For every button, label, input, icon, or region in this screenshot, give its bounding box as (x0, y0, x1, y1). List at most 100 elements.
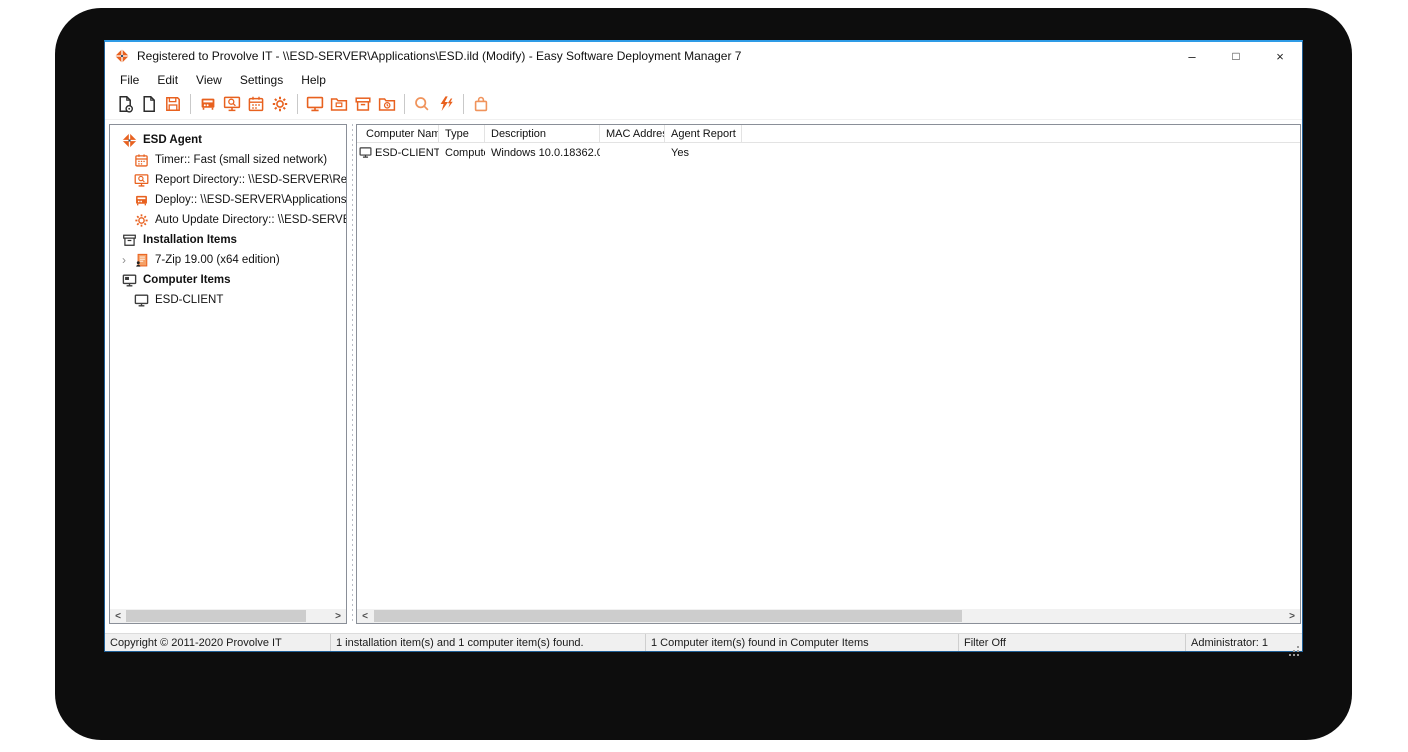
tree-label: ESD Agent (143, 134, 202, 146)
scroll-right-arrow-icon[interactable]: > (330, 609, 346, 623)
maximize-button[interactable]: □ (1214, 42, 1258, 70)
deploy-server-icon (133, 192, 150, 209)
tree-item-auto-update-directory[interactable]: Auto Update Directory:: \\ESD-SERVER\App (110, 210, 346, 230)
column-header-agent-report[interactable]: Agent Report (665, 125, 742, 142)
cell-type: Computer (445, 146, 485, 159)
window-controls: – □ × (1170, 42, 1302, 70)
menu-help[interactable]: Help (292, 72, 335, 88)
status-computer-items-found: 1 Computer item(s) found in Computer Ite… (646, 634, 959, 651)
report-directory-button[interactable] (220, 92, 244, 116)
deploy-button[interactable] (196, 92, 220, 116)
auto-update-gear-icon (133, 212, 150, 229)
save-icon (163, 94, 183, 114)
column-header-type[interactable]: Type (439, 125, 485, 142)
archive-box-icon (353, 94, 373, 114)
window-title: Registered to Provolve IT - \\ESD-SERVER… (137, 49, 742, 63)
search-button[interactable] (410, 92, 434, 116)
menu-file[interactable]: File (111, 72, 148, 88)
column-header-mac-address[interactable]: MAC Address (600, 125, 665, 142)
close-button[interactable]: × (1258, 42, 1302, 70)
new-file-button[interactable] (137, 92, 161, 116)
toolbar-separator (297, 94, 298, 114)
computer-icon (305, 94, 325, 114)
minimize-button[interactable]: – (1170, 42, 1214, 70)
timer-button[interactable] (244, 92, 268, 116)
tree-item-esd-agent[interactable]: ESD Agent (110, 130, 346, 150)
open-file-button[interactable] (113, 92, 137, 116)
tree-label: Computer Items (143, 274, 231, 286)
toolbar-separator (404, 94, 405, 114)
computer-group-button[interactable] (327, 92, 351, 116)
menu-bar: File Edit View Settings Help (105, 70, 1302, 89)
add-computer-button[interactable] (303, 92, 327, 116)
status-filter: Filter Off (959, 634, 1186, 651)
table-row[interactable]: ESD-CLIENT Computer Windows 10.0.18362.0… (357, 143, 1300, 162)
refresh-button[interactable] (434, 92, 458, 116)
save-button[interactable] (161, 92, 185, 116)
archive-box-icon (121, 232, 138, 249)
scrollbar-thumb[interactable] (374, 610, 962, 622)
list-horizontal-scrollbar[interactable]: < > (357, 609, 1300, 623)
list-panel: Computer Name Type Description MAC Addre… (356, 124, 1301, 624)
new-file-icon (139, 94, 159, 114)
tree-item-timer[interactable]: Timer:: Fast (small sized network) (110, 150, 346, 170)
column-header-description[interactable]: Description (485, 125, 600, 142)
tree-item-installation-items[interactable]: Installation Items (110, 230, 346, 250)
tree: ESD Agent Timer:: Fast (small sized netw… (110, 125, 346, 310)
deploy-bag-button[interactable] (469, 92, 493, 116)
search-icon (412, 94, 432, 114)
tree-panel: ESD Agent Timer:: Fast (small sized netw… (109, 124, 347, 624)
menu-edit[interactable]: Edit (148, 72, 187, 88)
open-file-icon (115, 94, 135, 114)
toolbar-separator (463, 94, 464, 114)
toolbar-separator (190, 94, 191, 114)
report-monitor-icon (222, 94, 242, 114)
tree-item-esd-client[interactable]: ESD-CLIENT (110, 290, 346, 310)
computer-name-value: ESD-CLIENT (375, 146, 439, 159)
tree-item-7zip[interactable]: › 7-Zip 19.00 (x64 edition) (110, 250, 346, 270)
add-installation-item-button[interactable] (351, 92, 375, 116)
tree-item-deploy[interactable]: Deploy:: \\ESD-SERVER\Applications\ESD.i (110, 190, 346, 210)
timer-calendar-icon (133, 152, 150, 169)
tree-item-report-directory[interactable]: Report Directory:: \\ESD-SERVER\Reports (110, 170, 346, 190)
app-window: Registered to Provolve IT - \\ESD-SERVER… (104, 40, 1303, 652)
timer-calendar-icon (246, 94, 266, 114)
tree-label: Auto Update Directory:: \\ESD-SERVER\App (155, 214, 346, 226)
scrollbar-thumb[interactable] (126, 610, 306, 622)
tree-item-computer-items[interactable]: Computer Items (110, 270, 346, 290)
package-icon (133, 252, 150, 269)
cell-description: Windows 10.0.18362.0 (491, 146, 600, 159)
title-bar: Registered to Provolve IT - \\ESD-SERVER… (105, 42, 1302, 70)
app-logo-diamond-icon (114, 48, 130, 64)
monitor-icon (358, 145, 373, 160)
menu-settings[interactable]: Settings (231, 72, 292, 88)
scroll-right-arrow-icon[interactable]: > (1284, 609, 1300, 623)
cell-computer-name: ESD-CLIENT (357, 145, 439, 160)
tree-label: ESD-CLIENT (155, 294, 224, 306)
status-copyright: Copyright © 2011-2020 Provolve IT (105, 634, 331, 651)
panel-splitter[interactable] (350, 124, 355, 624)
scroll-left-arrow-icon[interactable]: < (110, 609, 126, 623)
tree-label: 7-Zip 19.00 (x64 edition) (155, 254, 280, 266)
refresh-icon (436, 94, 456, 114)
computer-items-icon (121, 272, 138, 289)
installation-group-button[interactable] (375, 92, 399, 116)
column-header-computer-name[interactable]: Computer Name (357, 125, 439, 142)
folder-computer-icon (329, 94, 349, 114)
folder-clock-icon (377, 94, 397, 114)
tree-label: Deploy:: \\ESD-SERVER\Applications\ESD.i (155, 194, 346, 206)
screenshot-stage: Registered to Provolve IT - \\ESD-SERVER… (0, 0, 1408, 752)
list-header: Computer Name Type Description MAC Addre… (357, 125, 1300, 143)
expand-chevron-icon[interactable]: › (117, 253, 131, 267)
tree-label: Timer:: Fast (small sized network) (155, 154, 328, 166)
status-administrator: Administrator: 1 (1191, 636, 1269, 649)
menu-view[interactable]: View (187, 72, 231, 88)
auto-update-button[interactable] (268, 92, 292, 116)
deploy-server-icon (198, 94, 218, 114)
esd-diamond-icon (121, 132, 138, 149)
resize-grip[interactable] (1297, 646, 1299, 648)
status-items-found: 1 installation item(s) and 1 computer it… (331, 634, 646, 651)
tree-horizontal-scrollbar[interactable]: < > (110, 609, 346, 623)
status-bar: Copyright © 2011-2020 Provolve IT 1 inst… (105, 633, 1302, 651)
scroll-left-arrow-icon[interactable]: < (357, 609, 373, 623)
